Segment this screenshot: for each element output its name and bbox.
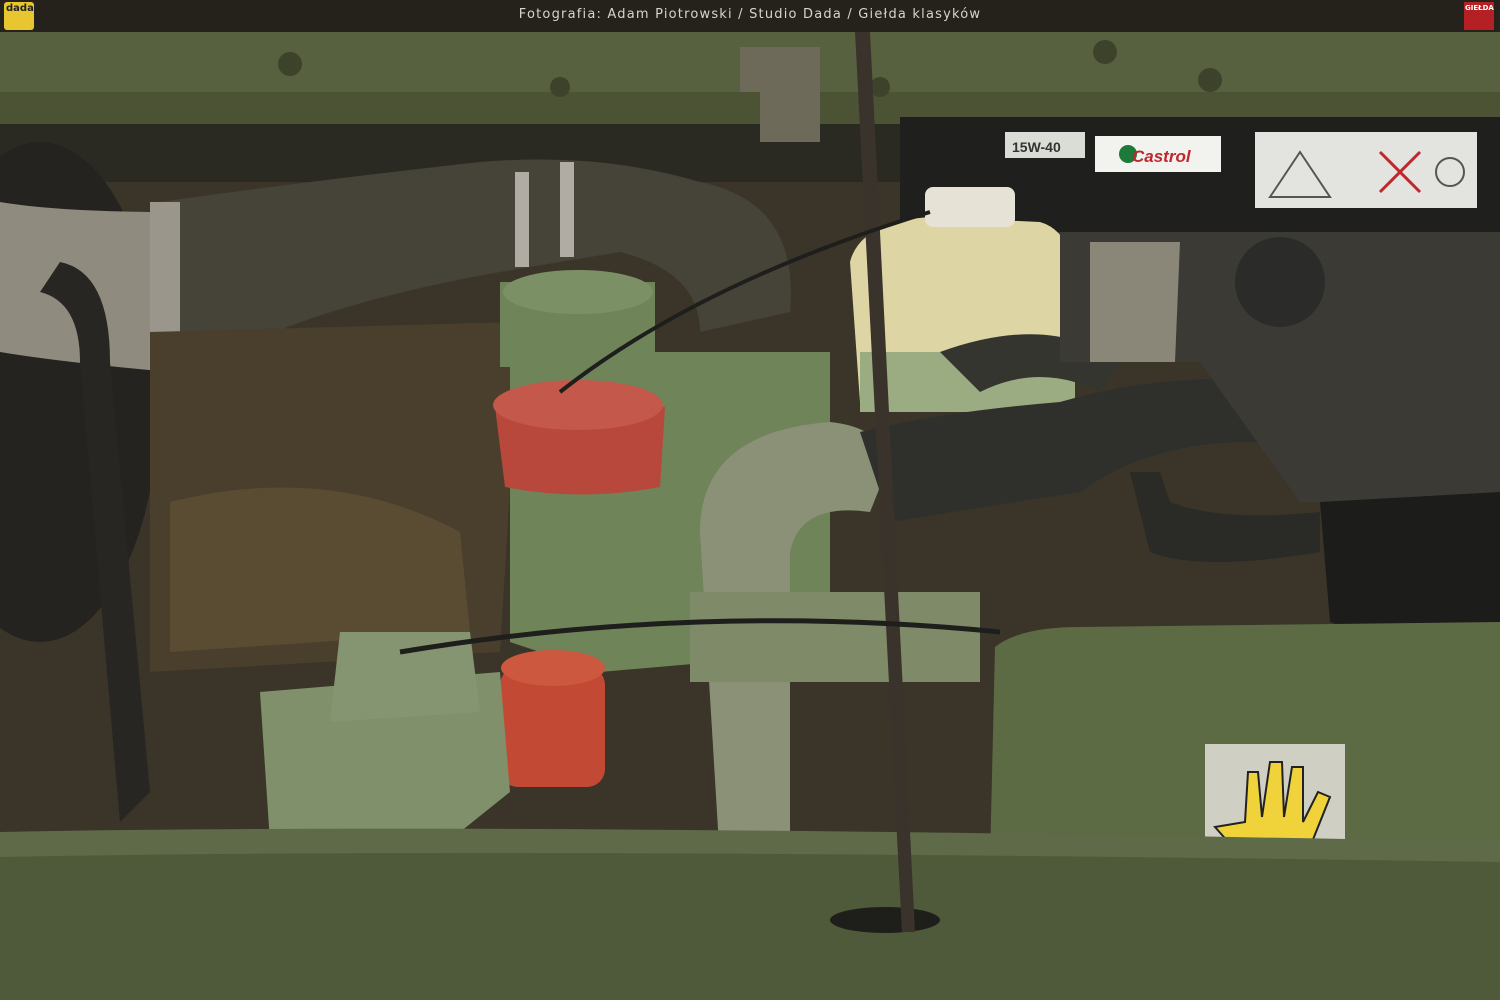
hand-warning-icon bbox=[1205, 744, 1345, 852]
intake-manifold bbox=[690, 592, 980, 682]
filler-cap-top bbox=[503, 270, 653, 314]
photo-caption: Fotografia: Adam Piotrowski / Studio Dad… bbox=[518, 7, 982, 22]
warning-sticker bbox=[1255, 132, 1477, 208]
hood-bolt bbox=[1093, 40, 1117, 64]
hose-clamp bbox=[515, 172, 529, 267]
red-distributor-cap bbox=[493, 380, 665, 495]
svg-text:Castrol: Castrol bbox=[1132, 147, 1192, 166]
distributor bbox=[1235, 237, 1325, 327]
svg-text:15W-40: 15W-40 bbox=[1012, 139, 1061, 155]
hood-bolt bbox=[278, 52, 302, 76]
gielda-logo: GIEŁDA bbox=[1464, 2, 1494, 30]
prop-rod-slot bbox=[830, 907, 940, 933]
hood-bolt bbox=[1198, 68, 1222, 92]
hose-clamp bbox=[560, 162, 574, 257]
photo-credit-bar: dada Fotografia: Adam Piotrowski / Studi… bbox=[0, 0, 1500, 32]
front-body-panel bbox=[0, 838, 1500, 1000]
engine-bay-photo: 15W-40 Castrol bbox=[0, 32, 1500, 1000]
bracket bbox=[1090, 242, 1180, 362]
castrol-sticker: Castrol bbox=[1095, 136, 1221, 172]
red-filter-cap bbox=[500, 650, 605, 787]
hood-bolt bbox=[550, 77, 570, 97]
oil-grade-sticker: 15W-40 bbox=[1005, 132, 1085, 158]
